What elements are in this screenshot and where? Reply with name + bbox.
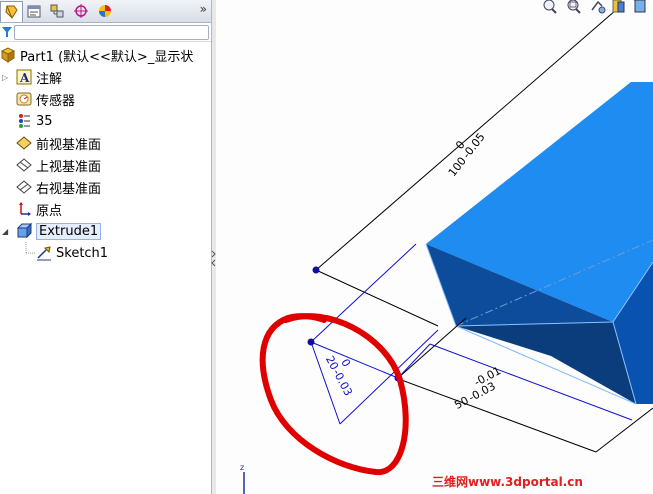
tree-item-label: 传感器 (36, 93, 76, 109)
sketch-point[interactable] (312, 266, 320, 274)
filter-bar (0, 23, 211, 42)
extrude-icon (16, 223, 32, 239)
tree-item-origin[interactable]: 原点 (0, 198, 62, 220)
sketch-icon (37, 246, 51, 261)
view-triad: z (240, 463, 245, 494)
collapse-arrow-icon[interactable]: ◢ (2, 227, 8, 236)
tab-dimxpert-manager[interactable] (70, 1, 91, 21)
configuration-icon (50, 4, 63, 18)
tree-item-label: 右视基准面 (36, 181, 102, 197)
dimension-50-text[interactable]: -0.01 50-0.03 (447, 364, 508, 412)
previous-view-icon[interactable] (591, 0, 606, 14)
tab-configuration-manager[interactable] (46, 1, 67, 21)
material-icon (19, 114, 30, 128)
property-icon (27, 5, 40, 18)
tab-property-manager[interactable] (23, 1, 44, 21)
section-view-icon[interactable] (612, 0, 625, 13)
sensors-icon (16, 92, 32, 106)
svg-text:A: A (19, 71, 30, 85)
zoom-to-fit-icon[interactable] (543, 0, 557, 14)
tree-item-label: 上视基准面 (36, 159, 102, 175)
appearance-icon (98, 5, 111, 17)
heads-up-toolbar (543, 0, 648, 14)
sketch-line (339, 329, 439, 425)
tree-root-part[interactable]: Part1 (默认<<默认>_显示状 (0, 44, 193, 66)
tree-item-label: 原点 (36, 203, 63, 219)
tree-item-label: 注解 (36, 71, 63, 87)
feature-manager-panel: » Part1 (默认<<默认>_显示状 ▷ A 注解 传感器 35 前视基准面… (0, 0, 211, 494)
extension-line (397, 317, 467, 379)
extension-line (595, 407, 653, 453)
front-plane-icon (16, 136, 32, 150)
expand-arrow-icon[interactable]: ▷ (2, 73, 8, 82)
view-orientation-icon[interactable] (633, 0, 648, 13)
feature-tree-icon (4, 5, 18, 19)
filter-icon (2, 27, 12, 37)
triad-z-label: z (240, 463, 244, 472)
tab-feature-manager[interactable] (0, 1, 23, 22)
tree-item-sensors[interactable]: 传感器 (0, 88, 75, 110)
sketch-point[interactable] (307, 338, 315, 346)
tree-item-extrude1[interactable]: ◢ Extrude1 (0, 220, 102, 242)
tree-item-annotations[interactable]: ▷ A 注解 (0, 66, 62, 88)
tree-item-right-plane[interactable]: 右视基准面 (0, 176, 101, 198)
tree-item-label: 前视基准面 (36, 137, 102, 153)
part-icon (0, 47, 16, 63)
top-plane-icon (16, 158, 32, 172)
zoom-area-icon[interactable] (567, 0, 581, 14)
tree-item-label: 35 (36, 113, 53, 129)
tree-filter-input[interactable] (14, 25, 209, 40)
model-view[interactable]: 0 100-0.05 0 20-0.03 -0.01 50-0.03 z 三维网… (216, 0, 653, 494)
sketch-line (397, 343, 431, 379)
tree-item-label: Extrude1 (36, 222, 102, 240)
tree-item-sketch1[interactable]: Sketch1 (0, 242, 108, 264)
annotations-icon: A (16, 69, 32, 85)
graphics-viewport[interactable]: 0 100-0.05 0 20-0.03 -0.01 50-0.03 z 三维网… (216, 0, 653, 494)
more-tabs-chevron-icon[interactable]: » (200, 2, 207, 16)
tab-display-manager[interactable] (94, 1, 115, 21)
origin-icon (19, 202, 31, 216)
watermark-text: 三维网www.3dportal.cn (432, 474, 583, 489)
annotation-circle-mark (259, 313, 409, 476)
dim-20-lower: -0.03 (330, 367, 355, 398)
sketch-line (310, 243, 417, 343)
right-plane-icon (16, 180, 32, 194)
tree-item-label: Sketch1 (56, 245, 109, 261)
tree-item-top-plane[interactable]: 上视基准面 (0, 154, 101, 176)
crosshair-icon (73, 4, 88, 18)
panel-tab-bar: » (0, 0, 211, 23)
part-label: Part1 (默认<<默认>_显示状 (20, 49, 194, 65)
dimension-100-text[interactable]: 0 100-0.05 (437, 124, 488, 180)
tree-item-material[interactable]: 35 (0, 110, 53, 132)
tree-connector-lines (25, 242, 36, 254)
dim-100-main: 100-0.05 (446, 131, 488, 180)
tree-item-front-plane[interactable]: 前视基准面 (0, 132, 101, 154)
